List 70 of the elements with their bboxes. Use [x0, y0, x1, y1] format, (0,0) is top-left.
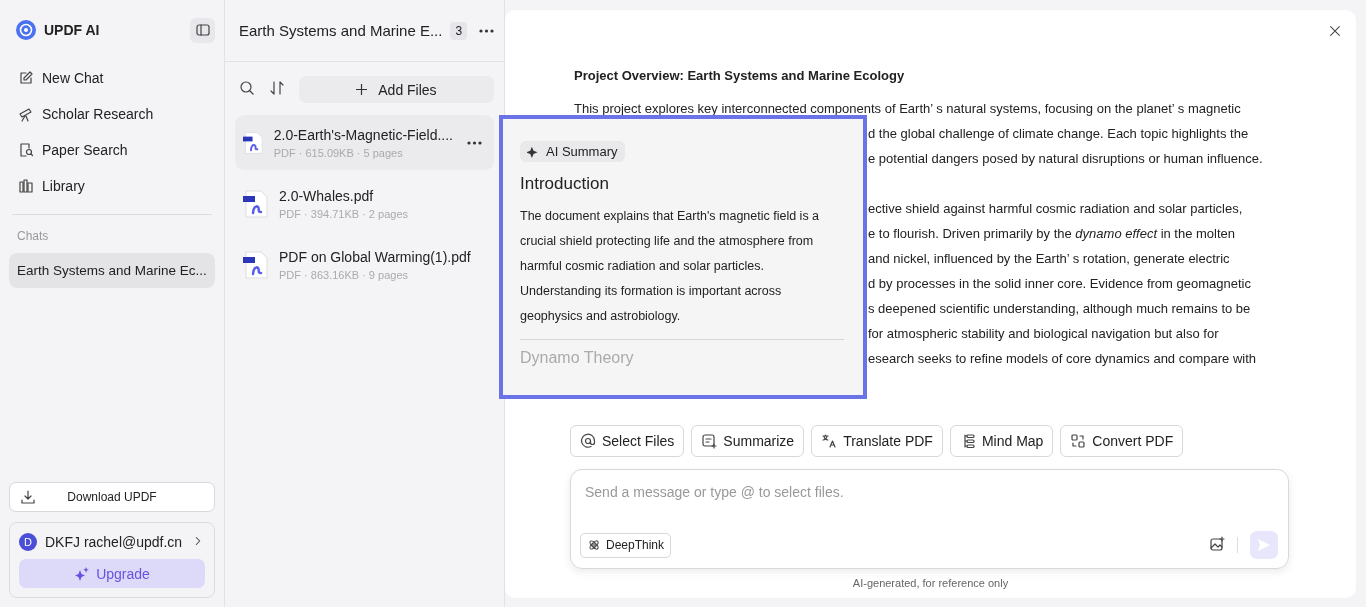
section-label: Chats: [16, 229, 50, 243]
avatar: D: [19, 533, 37, 551]
upgrade-button[interactable]: Upgrade: [19, 559, 205, 588]
sidebar-item[interactable]: Scholar Research: [9, 96, 215, 132]
send-icon: [1257, 538, 1271, 552]
document-text: d the global challenge of climate change. Each topic highlights the: [868, 125, 1249, 143]
document-text: esearch seeks to refine models of core dynamics and compare with: [868, 350, 1257, 368]
pdf-file-icon: [243, 188, 269, 219]
document-search-icon: [18, 142, 34, 158]
action-button[interactable]: Convert PDF: [1060, 425, 1184, 457]
edit-icon: [18, 70, 34, 86]
summary-heading: Introduction: [520, 174, 610, 194]
sidebar-toggle-button[interactable]: [190, 17, 215, 43]
books-icon: [18, 178, 34, 194]
document-text: d by processes in the solid inner core. Evidence from geomagnetic: [868, 275, 1251, 293]
document-title: Project Overview: Earth Systems and Marine Ecology: [574, 67, 906, 85]
summary-text: The document explains that Earth's magnetic field is a crucial shield protecting life and the atmosphere from harmful cosmic radiation and solar particles. Understanding its formation is important across geophysics and astrobiology.: [520, 208, 821, 325]
document-text: for atmospheric stability and biological navigation but also for: [868, 325, 1219, 343]
account-name[interactable]: DKFJ rachel@updf.cn: [45, 534, 183, 550]
document-text: and nickel, influenced by the Earth’ s rotation, generate electric: [868, 250, 1230, 268]
action-button[interactable]: Translate PDF: [811, 425, 943, 457]
file-name: 2.0-Earth's-Magnetic-Field....: [273, 126, 453, 143]
logo-icon: [15, 19, 37, 41]
disclaimer-text: AI-generated, for reference only: [852, 577, 1009, 589]
sidebar-item[interactable]: Library: [9, 168, 215, 204]
download-button[interactable]: Download UPDF: [9, 482, 215, 512]
sidebar-item[interactable]: New Chat: [9, 60, 215, 96]
sidebar-item[interactable]: Paper Search: [9, 132, 215, 168]
ai-summary-badge: AI Summary: [520, 141, 625, 162]
plus-icon: [356, 83, 368, 95]
document-text: e to flourish. Driven primarily by the dynamo effect in the molten: [868, 225, 1236, 243]
translate-icon: [821, 433, 838, 449]
add-files-button[interactable]: Add Files: [299, 76, 494, 103]
sparkle-icon: [74, 565, 91, 582]
action-button[interactable]: Mind Map: [949, 425, 1054, 457]
search-icon: [239, 79, 255, 96]
action-button[interactable]: Summarize: [691, 425, 805, 457]
next-heading: Dynamo Theory: [520, 348, 635, 368]
action-button[interactable]: Select Files: [570, 425, 685, 457]
download-icon: [20, 489, 36, 505]
app-name: UPDF AI: [44, 22, 100, 38]
more-icon: [467, 140, 482, 145]
document-text: s deepened scientific understanding, although much remains to be: [868, 300, 1251, 318]
chat-title: Earth Systems and Marine E...: [239, 22, 443, 39]
close-icon: [1328, 24, 1342, 38]
file-count: 3: [450, 21, 468, 40]
chat-item[interactable]: Earth Systems and Marine Ec...: [9, 253, 215, 288]
atom-icon: [587, 538, 601, 552]
file-meta: PDF · 863.16KB · 9 pages: [279, 268, 409, 281]
at-icon: [580, 433, 596, 449]
convert-icon: [1070, 433, 1087, 449]
telescope-icon: [18, 106, 34, 122]
file-item[interactable]: 2.0-Earth's-Magnetic-Field.... PDF · 615.09KB · 5 pages: [235, 115, 494, 170]
sparkle-icon: [527, 145, 540, 158]
image-icon: [1209, 535, 1225, 552]
pdf-file-icon: [243, 249, 269, 280]
sidebar-icon: [194, 22, 211, 38]
file-meta: PDF · 615.09KB · 5 pages: [273, 146, 404, 159]
file-item[interactable]: 2.0-Whales.pdf PDF · 394.71KB · 2 pages: [235, 176, 494, 231]
file-name: PDF on Global Warming(1).pdf: [279, 248, 471, 265]
deepthink-button[interactable]: DeepThink: [580, 532, 672, 558]
file-meta: PDF · 394.71KB · 2 pages: [279, 207, 408, 220]
summary-icon: [701, 433, 718, 449]
document-text: ective shield against harmful cosmic radiation and solar particles,: [868, 200, 1243, 218]
document-text: This project explores key interconnected components of Earth’ s natural systems, focusing on the planet’ s magnetic: [574, 100, 1242, 118]
sort-icon: [269, 79, 285, 96]
file-name: 2.0-Whales.pdf: [279, 187, 375, 204]
document-text: e potential dangers posed by natural disruptions or human influence.: [868, 150, 1263, 168]
more-icon: [479, 28, 495, 33]
file-item[interactable]: PDF on Global Warming(1).pdf PDF · 863.16KB · 9 pages: [235, 237, 494, 292]
